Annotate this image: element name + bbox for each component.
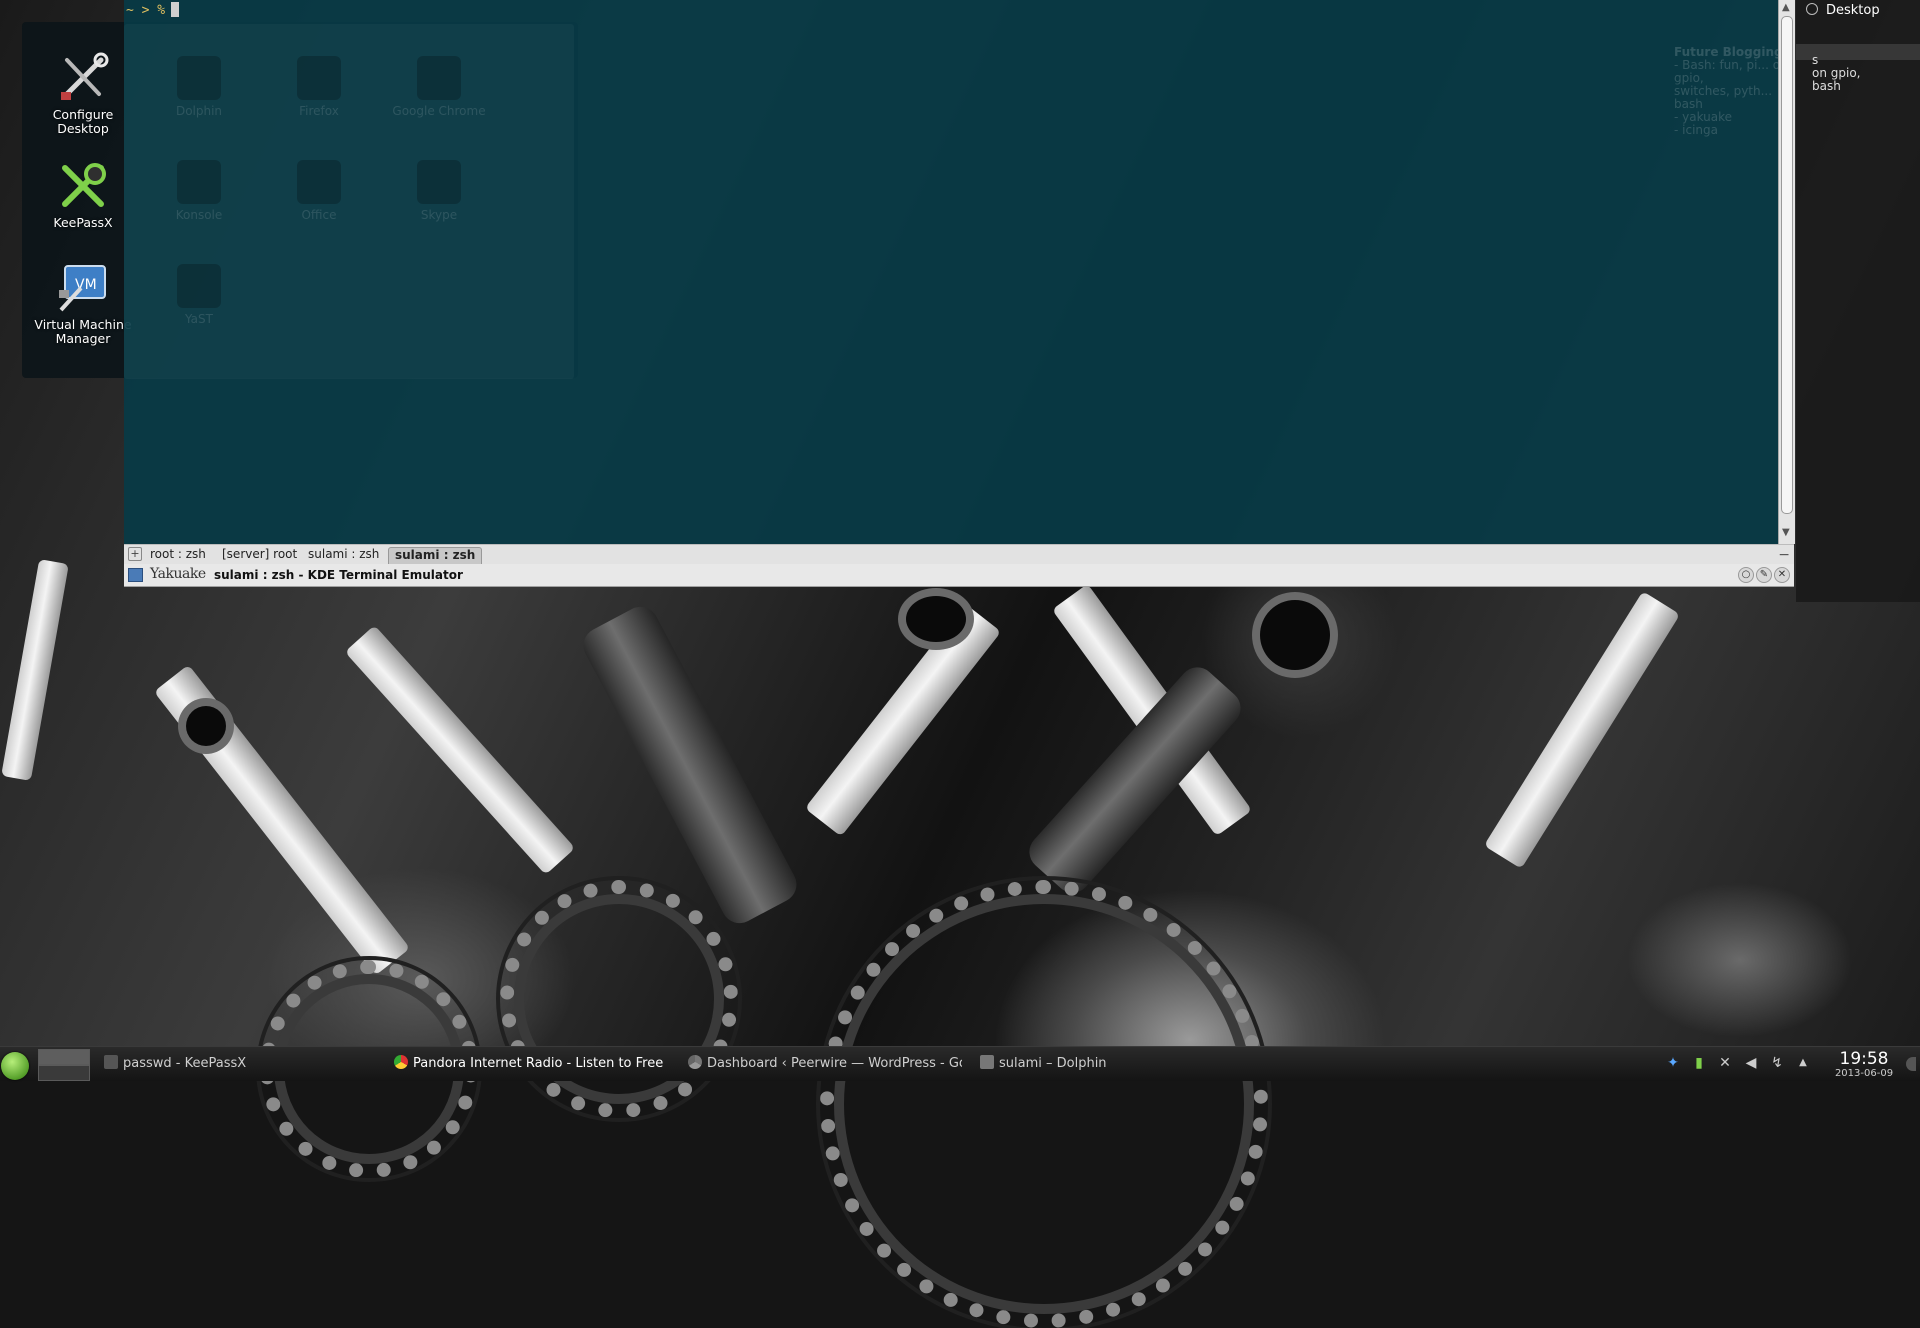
ghost-icon: Firefox bbox=[264, 56, 374, 118]
close-icon[interactable]: ✕ bbox=[1774, 567, 1790, 583]
ghost-icon-label: YaST bbox=[185, 312, 213, 326]
tab-sulami-zsh[interactable]: sulami : zsh bbox=[302, 547, 385, 563]
terminal-translucent-folder-view: Dolphin Firefox Google Chrome Konsole Of… bbox=[124, 24, 574, 379]
window-title: sulami : zsh - KDE Terminal Emulator bbox=[214, 568, 463, 582]
note-line: bash bbox=[1812, 79, 1841, 93]
wallpaper-gear bbox=[500, 880, 738, 1118]
digital-clock[interactable]: 19:58 2013-06-09 bbox=[1830, 1050, 1898, 1079]
ghost-icon: YaST bbox=[144, 264, 254, 326]
yakuake-title-bar: Yakuake sulami : zsh - KDE Terminal Emul… bbox=[124, 564, 1794, 587]
task-wordpress[interactable]: Dashboard ‹ Peerwire — WordPress - Goo bbox=[688, 1053, 962, 1075]
ghost-icon-label: Google Chrome bbox=[392, 104, 486, 118]
tab-root-zsh[interactable]: root : zsh bbox=[144, 547, 212, 563]
dolphin-icon bbox=[980, 1055, 994, 1069]
task-label: Pandora Internet Radio - Listen to Free … bbox=[413, 1056, 668, 1071]
chrome-icon bbox=[417, 56, 461, 100]
tab-label: sulami : zsh bbox=[308, 547, 380, 561]
notes-widget[interactable]: s on gpio, bash bbox=[1812, 54, 1916, 93]
activity-icon bbox=[1806, 3, 1818, 15]
tab-label: root : zsh bbox=[150, 547, 206, 561]
clock-time: 19:58 bbox=[1839, 1049, 1889, 1069]
desktop-icon-label: Virtual Machine Manager bbox=[34, 317, 132, 346]
pager-desktop-2[interactable] bbox=[38, 1065, 90, 1081]
scroll-up-icon[interactable]: ▲ bbox=[1782, 3, 1792, 13]
keep-open-icon[interactable]: ○ bbox=[1738, 567, 1754, 583]
new-tab-button[interactable]: + bbox=[128, 547, 142, 561]
activity-label: Desktop bbox=[1826, 3, 1880, 18]
folder-icon bbox=[177, 56, 221, 100]
chrome-icon bbox=[394, 1055, 408, 1069]
chrome-icon bbox=[688, 1055, 702, 1069]
volume-icon[interactable]: ◀ bbox=[1742, 1054, 1760, 1072]
application-launcher-icon[interactable] bbox=[1, 1052, 29, 1080]
vm-manager-icon: VM bbox=[57, 262, 109, 314]
task-label: sulami – Dolphin bbox=[999, 1056, 1107, 1071]
clock-date: 2013-06-09 bbox=[1834, 1068, 1894, 1079]
terminal-tab-bar: + root : zsh [server] root sulami : zsh … bbox=[124, 544, 1794, 565]
expand-tray-icon[interactable]: ▲ bbox=[1794, 1054, 1812, 1072]
task-keepassx[interactable]: passwd - KeePassX bbox=[104, 1053, 374, 1075]
tab-label: sulami : zsh bbox=[395, 548, 476, 562]
terminal-scrollbar[interactable]: ▲ ▼ bbox=[1778, 0, 1795, 544]
wallpaper-hole bbox=[1260, 600, 1330, 670]
terminal-cursor bbox=[171, 2, 180, 17]
task-label: Dashboard ‹ Peerwire — WordPress - Goo bbox=[707, 1056, 962, 1071]
wallpaper-beam bbox=[1, 559, 69, 781]
desktop-icon-configure-desktop[interactable]: Configure Desktop bbox=[30, 52, 136, 136]
skype-icon bbox=[417, 160, 461, 204]
firefox-icon bbox=[297, 56, 341, 100]
dropbox-icon[interactable]: ✦ bbox=[1664, 1054, 1682, 1072]
tools-icon bbox=[57, 52, 109, 104]
task-pandora[interactable]: Pandora Internet Radio - Listen to Free … bbox=[394, 1053, 668, 1075]
tab-label: [server] root bbox=[222, 547, 298, 561]
terminal-window-icon bbox=[128, 568, 143, 582]
ghost-icon-label: Office bbox=[301, 208, 337, 222]
yast-icon bbox=[177, 264, 221, 308]
prompt-text: ~ > % bbox=[126, 3, 166, 18]
network-icon[interactable]: ↯ bbox=[1768, 1054, 1786, 1072]
close-tab-icon[interactable]: − bbox=[1778, 547, 1790, 563]
wallpaper-hole bbox=[906, 596, 966, 642]
ghost-icon-label: Konsole bbox=[175, 208, 223, 222]
ghost-icon: Office bbox=[264, 160, 374, 222]
clipboard-icon[interactable]: ▮ bbox=[1690, 1054, 1708, 1072]
keepassx-icon bbox=[104, 1055, 118, 1069]
keepassx-icon bbox=[57, 160, 109, 212]
activity-button[interactable]: Desktop bbox=[1806, 3, 1880, 18]
wallpaper-hole bbox=[186, 706, 226, 746]
taskbar-panel: passwd - KeePassX Pandora Internet Radio… bbox=[0, 1046, 1920, 1081]
office-icon bbox=[297, 160, 341, 204]
terminal-prompt: ~ > % bbox=[126, 2, 180, 18]
wallpaper-beam bbox=[804, 603, 1002, 837]
panel-toolbox-icon[interactable] bbox=[1906, 1057, 1916, 1071]
ghost-icon-label: Firefox bbox=[299, 104, 339, 118]
desktop-icon-virtual-machine-manager[interactable]: VM Virtual Machine Manager bbox=[30, 262, 136, 346]
ghost-icon: Dolphin bbox=[144, 56, 254, 118]
desktop-icon-keepassx[interactable]: KeePassX bbox=[30, 160, 136, 230]
terminal-area[interactable]: ~ > % Dolphin Firefox Google Chrome Kons… bbox=[124, 0, 1790, 544]
wallpaper-gear bbox=[820, 880, 1268, 1328]
scroll-down-icon[interactable]: ▼ bbox=[1782, 528, 1792, 538]
virtual-desktop-pager[interactable] bbox=[38, 1049, 90, 1081]
desktop-icon-label: KeePassX bbox=[53, 215, 113, 230]
ghost-icon-label: Skype bbox=[420, 208, 458, 222]
ghost-icon-label: Dolphin bbox=[175, 104, 223, 118]
keepassx-tray-icon[interactable]: ✕ bbox=[1716, 1054, 1734, 1072]
wallpaper-beam bbox=[344, 625, 576, 875]
yakuake-logo: Yakuake bbox=[150, 566, 206, 582]
yakuake-window: ~ > % Dolphin Firefox Google Chrome Kons… bbox=[124, 0, 1795, 587]
tab-server-root[interactable]: [server] root bbox=[216, 547, 303, 563]
settings-icon[interactable]: ✎ bbox=[1756, 567, 1772, 583]
task-label: passwd - KeePassX bbox=[123, 1056, 247, 1071]
ghost-icon: Konsole bbox=[144, 160, 254, 222]
desktop-icon-label: Configure Desktop bbox=[52, 107, 114, 136]
tab-sulami-zsh-active[interactable]: sulami : zsh bbox=[388, 547, 483, 564]
task-dolphin[interactable]: sulami – Dolphin bbox=[980, 1053, 1200, 1075]
konsole-icon bbox=[177, 160, 221, 204]
ghost-icon: Skype bbox=[384, 160, 494, 222]
ghost-icon: Google Chrome bbox=[384, 56, 494, 118]
pager-desktop-1[interactable] bbox=[38, 1049, 90, 1065]
scrollbar-thumb[interactable] bbox=[1781, 16, 1793, 514]
wallpaper-beam bbox=[1483, 591, 1681, 869]
